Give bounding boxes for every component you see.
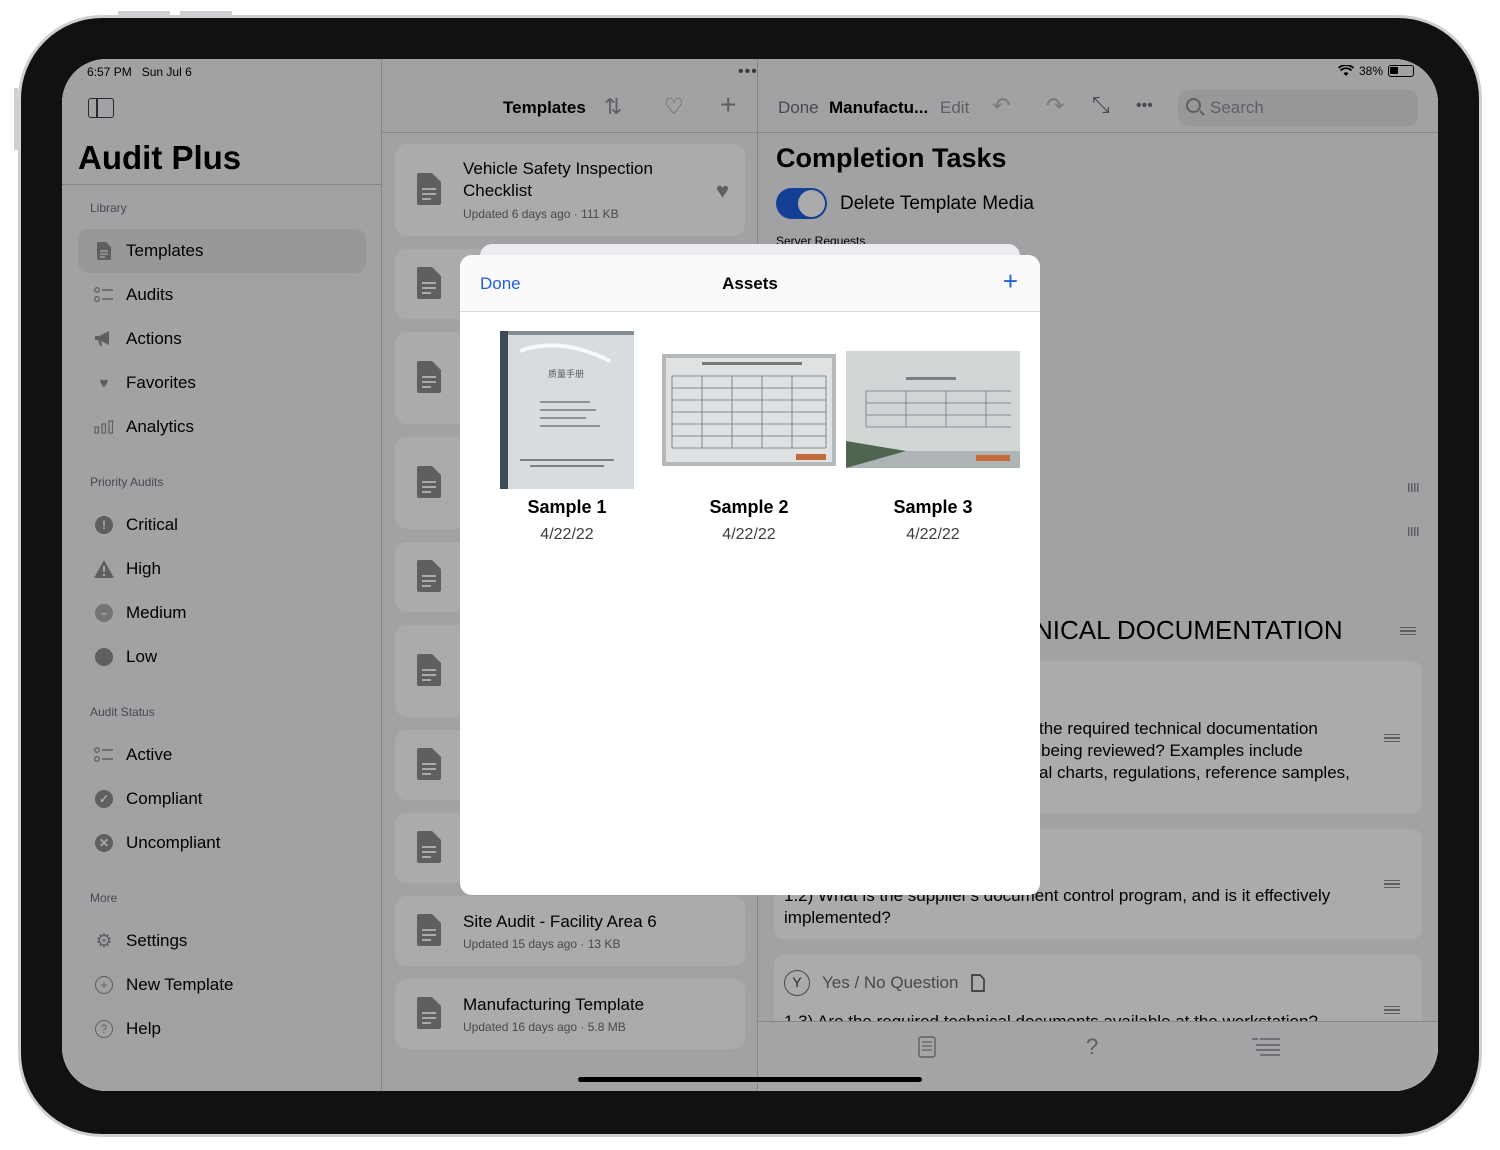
asset-name: Sample 1: [527, 497, 607, 517]
asset-date: 4/22/22: [906, 526, 960, 543]
asset-name: Sample 3: [893, 497, 973, 517]
asset-thumbnail: 质量手册: [500, 331, 634, 489]
asset-item[interactable]: 质量手册 Sample 1 4/22/22: [477, 331, 657, 544]
assets-modal-header: Done Assets +: [460, 255, 1040, 312]
assets-modal: Done Assets + 质量手册 Sample 1 4/22/22 Samp…: [460, 255, 1040, 895]
asset-date: 4/22/22: [540, 526, 594, 543]
top-button: [118, 11, 170, 15]
add-asset-icon[interactable]: +: [1003, 268, 1018, 294]
screen: 6:57 PM Sun Jul 6 38% Audit Plus Library…: [62, 59, 1438, 1091]
asset-date: 4/22/22: [722, 526, 776, 543]
assets-title: Assets: [722, 274, 778, 293]
asset-item[interactable]: Sample 3 4/22/22: [843, 331, 1023, 544]
volume-button: [14, 88, 18, 150]
home-indicator[interactable]: [578, 1077, 922, 1082]
asset-item[interactable]: Sample 2 4/22/22: [659, 331, 839, 544]
asset-name: Sample 2: [709, 497, 789, 517]
svg-text:质量手册: 质量手册: [548, 368, 584, 380]
asset-thumbnail: [662, 354, 836, 466]
asset-thumbnail: [846, 351, 1020, 468]
top-button-2: [180, 11, 232, 15]
